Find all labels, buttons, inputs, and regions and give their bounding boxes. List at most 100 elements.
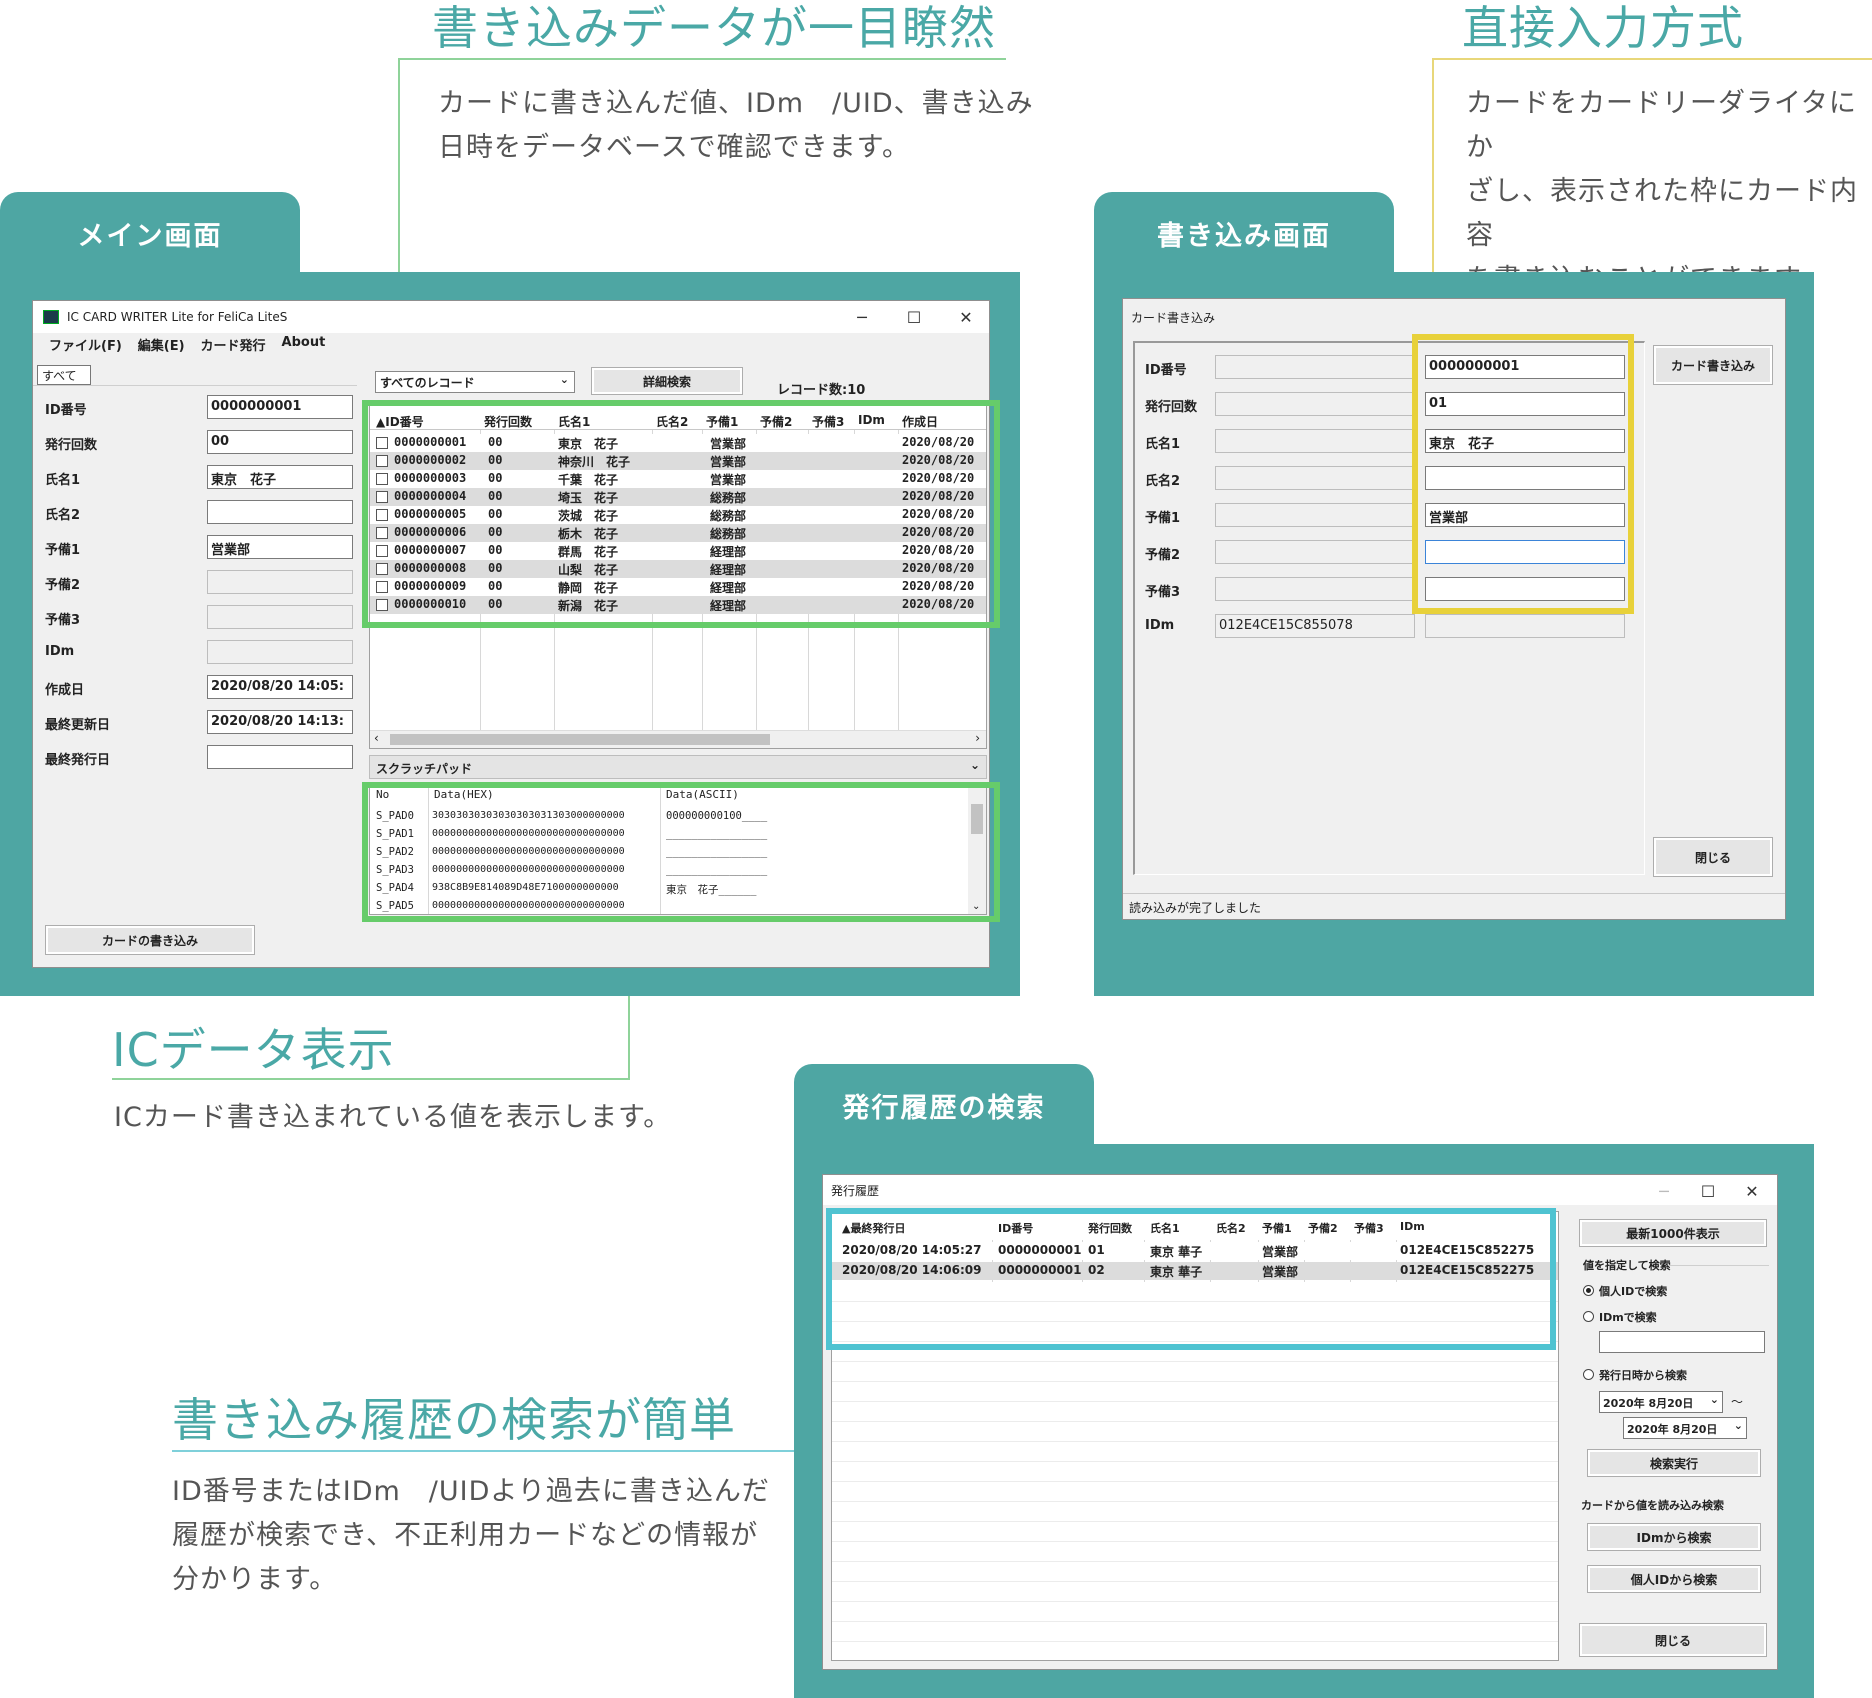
chevron-down-icon: ⌄ [969, 758, 980, 772]
current-yobi3 [1215, 577, 1415, 601]
callout-title-history: 書き込み履歴の検索が簡単 [172, 1393, 736, 1447]
label-name2: 氏名2 [45, 508, 81, 523]
history-close-button[interactable]: 閉じる [1579, 1623, 1767, 1657]
minimize-icon[interactable]: ─ [849, 304, 875, 330]
highlight-write-inputs [1412, 334, 1634, 614]
close-icon[interactable]: ✕ [953, 304, 979, 330]
write-idm-input [1425, 614, 1625, 638]
label-issue-count: 発行回数 [45, 438, 98, 453]
record-count: レコード数:10 [777, 383, 866, 398]
field-updated[interactable]: 2020/08/20 14:13: [207, 710, 353, 734]
tab-history-search: 発行履歴の検索 [794, 1064, 1094, 1146]
radio-idm[interactable]: IDmで検索 [1583, 1309, 1657, 1325]
current-name2 [1215, 466, 1415, 490]
idm-search-button[interactable]: IDmから検索 [1587, 1523, 1761, 1551]
date-from-picker[interactable]: 2020年 8月20日 ⌄ [1599, 1391, 1723, 1413]
chevron-down-icon: ⌄ [1709, 1393, 1719, 1406]
radio-date[interactable]: 発行日時から検索 [1583, 1367, 1687, 1383]
main-window-title: IC CARD WRITER Lite for FeliCa LiteS [67, 310, 288, 324]
card-write-button[interactable]: カード書き込み [1653, 345, 1773, 385]
search-group-label: 値を指定して検索 [1583, 1259, 1671, 1272]
status-text: 読み込みが完了しました [1129, 901, 1262, 915]
field-issue-count[interactable]: 00 [207, 430, 353, 454]
field-yobi3[interactable] [207, 605, 353, 629]
field-name1[interactable]: 東京 花子 [207, 465, 353, 489]
field-name2[interactable] [207, 500, 353, 524]
label-issue-count: 発行回数 [1145, 400, 1198, 415]
menu-edit[interactable]: 編集(E) [138, 335, 185, 357]
status-bar: 読み込みが完了しました [1123, 893, 1785, 919]
main-titlebar: IC CARD WRITER Lite for FeliCa LiteS ─ ☐… [33, 301, 989, 333]
menu-file[interactable]: ファイル(F) [49, 335, 122, 357]
close-icon[interactable]: ✕ [1739, 1178, 1765, 1204]
label-yobi2: 予備2 [45, 578, 81, 593]
close-button[interactable]: 閉じる [1653, 837, 1773, 877]
personal-id-search-button[interactable]: 個人IDから検索 [1587, 1565, 1761, 1593]
chevron-down-icon: ⌄ [559, 373, 569, 386]
callout-desc-ic-data: ICカード書き込まれている値を表示します。 [114, 1102, 672, 1133]
callout-underline [398, 58, 1006, 60]
callout-desc-data-overview: カードに書き込んだ値、IDm /UID、書き込み 日時をデータベースで確認できま… [438, 88, 1034, 163]
latest-1000-button[interactable]: 最新1000件表示 [1579, 1219, 1767, 1247]
callout-title-direct-input: 直接入力方式 [1462, 1, 1744, 55]
history-titlebar: 発行履歴 ─ ☐ ✕ [823, 1175, 1777, 1205]
horizontal-scrollbar[interactable]: ‹ › [370, 730, 986, 748]
chevron-down-icon: ⌄ [1733, 1419, 1743, 1432]
detail-search-button[interactable]: 詳細検索 [591, 367, 743, 395]
date-to-value: 2020年 8月20日 [1627, 1423, 1718, 1436]
current-name1 [1215, 429, 1415, 453]
label-idm: IDm [45, 644, 75, 659]
tab-write-screen: 書き込み画面 [1094, 192, 1394, 274]
label-yobi2: 予備2 [1145, 548, 1181, 563]
filter-tab-all[interactable]: すべて [37, 365, 91, 385]
scroll-left-icon[interactable]: ‹ [374, 731, 379, 745]
callout-desc-direct-input: カードをカードリーダライタにか ざし、表示された枠にカード内容 を書き込むことが… [1466, 88, 1858, 295]
callout-desc-history: ID番号またはIDm /UIDより過去に書き込んだ 履歴が検索でき、不正利用カー… [172, 1476, 770, 1595]
current-yobi1 [1215, 503, 1415, 527]
app-icon [43, 310, 59, 324]
current-idm: 012E4CE15C855078 [1215, 614, 1415, 638]
callout-underline [1432, 58, 1872, 60]
field-last-issued[interactable] [207, 745, 353, 769]
callout-title-data-overview: 書き込みデータが一目瞭然 [432, 1, 996, 55]
scroll-thumb[interactable] [390, 734, 770, 745]
maximize-icon[interactable]: ☐ [1695, 1178, 1721, 1204]
record-select[interactable]: すべてのレコード ⌄ [375, 371, 575, 393]
scratchpad-header[interactable]: スクラッチパッド ⌄ [369, 755, 987, 779]
write-card-button[interactable]: カードの書き込み [45, 925, 255, 955]
field-yobi1[interactable]: 営業部 [207, 535, 353, 559]
label-id: ID番号 [45, 403, 87, 418]
field-created[interactable]: 2020/08/20 14:05: [207, 675, 353, 699]
tab-main-screen: メイン画面 [0, 192, 300, 274]
label-yobi3: 予備3 [45, 613, 81, 628]
date-range-tilde: ～ [1731, 1395, 1744, 1409]
field-idm[interactable] [207, 640, 353, 664]
maximize-icon[interactable]: ☐ [901, 304, 927, 330]
scratchpad-label: スクラッチパッド [376, 762, 473, 776]
execute-search-button[interactable]: 検索実行 [1587, 1449, 1761, 1477]
highlight-scratchpad [362, 782, 1000, 922]
current-id [1215, 355, 1415, 379]
menubar: ファイル(F) 編集(E) カード発行 About [33, 335, 325, 357]
label-yobi1: 予備1 [45, 543, 81, 558]
callout-title-ic-data: ICデータ表示 [112, 1023, 395, 1077]
record-select-value: すべてのレコード [380, 376, 475, 390]
menu-card-issue[interactable]: カード発行 [201, 335, 266, 357]
search-value-input[interactable] [1599, 1331, 1765, 1353]
minimize-icon[interactable]: ─ [1651, 1178, 1677, 1204]
label-yobi1: 予備1 [1145, 511, 1181, 526]
highlight-history-rows [826, 1208, 1556, 1350]
callout-underline [112, 1078, 630, 1080]
field-yobi2[interactable] [207, 570, 353, 594]
label-last-issued: 最終発行日 [45, 753, 111, 768]
radio-personal-id[interactable]: 個人IDで検索 [1583, 1283, 1667, 1299]
label-name1: 氏名1 [45, 473, 81, 488]
menu-about[interactable]: About [282, 335, 326, 357]
date-to-picker[interactable]: 2020年 8月20日 ⌄ [1623, 1417, 1747, 1439]
label-yobi3: 予備3 [1145, 585, 1181, 600]
scroll-right-icon[interactable]: › [975, 731, 980, 745]
label-name1: 氏名1 [1145, 437, 1181, 452]
search-group-divider [1669, 1265, 1769, 1266]
field-id[interactable]: 0000000001 [207, 395, 353, 419]
write-window-title: カード書き込み [1131, 311, 1216, 325]
